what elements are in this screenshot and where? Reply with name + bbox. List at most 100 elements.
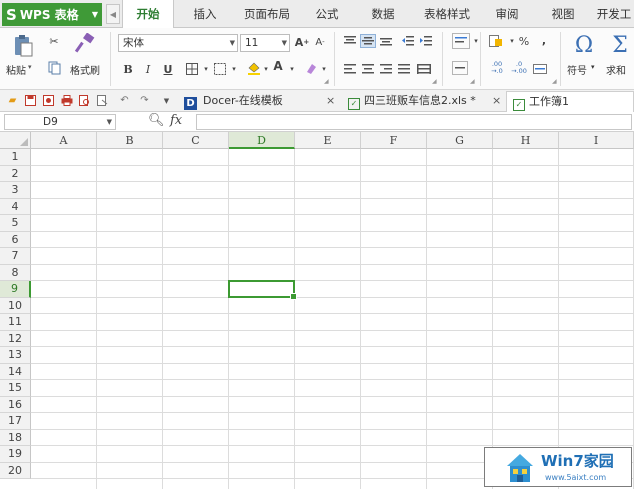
percent-button[interactable]: % <box>516 34 532 48</box>
zoom-search-icon[interactable]: 🔍︎ <box>148 113 165 128</box>
column-header-i[interactable]: I <box>559 132 634 149</box>
row-header-4[interactable]: 4 <box>0 198 31 215</box>
increase-font-icon[interactable]: A + <box>294 35 310 49</box>
wrap-dialog-launcher-icon[interactable]: ◢ <box>470 78 475 85</box>
tab-page-layout[interactable]: 页面布局 <box>236 0 298 28</box>
tab-developer[interactable]: 开发工 <box>594 0 634 28</box>
paste-dropdown-icon[interactable]: ▾ <box>28 63 32 71</box>
copy-icon[interactable] <box>46 61 62 75</box>
cut-icon[interactable]: ✂ <box>46 34 62 48</box>
decrease-font-icon[interactable]: A- <box>312 35 328 49</box>
comma-button[interactable]: , <box>536 33 552 47</box>
row-header-20[interactable]: 20 <box>0 462 31 479</box>
export-pdf-icon[interactable] <box>42 94 55 107</box>
decrease-indent-icon[interactable] <box>400 34 416 48</box>
row-header-11[interactable]: 11 <box>0 314 31 331</box>
row-header-15[interactable]: 15 <box>0 380 31 397</box>
alignment-dialog-launcher-icon[interactable]: ◢ <box>432 78 437 85</box>
italic-button[interactable]: I <box>140 62 156 76</box>
row-header-17[interactable]: 17 <box>0 413 31 430</box>
doc-tab-excel-file[interactable]: ✓ 四三班贩车信息2.xls * <box>342 91 504 112</box>
row-header-14[interactable]: 14 <box>0 363 31 380</box>
row-header-7[interactable]: 7 <box>0 248 31 265</box>
row-header-3[interactable]: 3 <box>0 182 31 199</box>
app-menu-button[interactable]: S WPS 表格 ▼ <box>2 3 102 26</box>
justify-icon[interactable] <box>396 62 412 76</box>
paste-icon[interactable] <box>10 33 36 59</box>
row-header-5[interactable]: 5 <box>0 215 31 232</box>
tab-view[interactable]: 视图 <box>542 0 584 28</box>
spreadsheet-grid[interactable]: ABCDEFGHI 1 2 3 4 5 6 7 8 9 10 11 12 13 14 15 16 17 18 19 2… <box>0 132 634 489</box>
column-header-f[interactable]: F <box>361 132 427 149</box>
tab-formulas[interactable]: 公式 <box>306 0 348 28</box>
row-header-16[interactable]: 16 <box>0 396 31 413</box>
cell-merge-center-icon[interactable] <box>452 61 468 75</box>
tab-table-style[interactable]: 表格样式 <box>416 0 478 28</box>
font-size-select[interactable]: 11 ▼ <box>240 34 290 52</box>
undo-icon[interactable]: ↶ <box>118 94 131 107</box>
selected-cell[interactable] <box>228 280 297 299</box>
bold-button[interactable]: B <box>120 62 136 76</box>
column-header-c[interactable]: C <box>163 132 229 149</box>
column-header-e[interactable]: E <box>295 132 361 149</box>
format-painter-label[interactable]: 格式刷 <box>70 62 100 77</box>
tab-review[interactable]: 审阅 <box>486 0 528 28</box>
row-header-18[interactable]: 18 <box>0 429 31 446</box>
doc-tab-workbook1[interactable]: ✓ 工作簿1 <box>506 91 634 112</box>
collapse-ribbon-icon[interactable]: ◀ <box>106 4 120 24</box>
row-header-6[interactable]: 6 <box>0 231 31 248</box>
format-painter-icon[interactable] <box>74 32 96 56</box>
chevron-down-icon[interactable]: ▾ <box>591 63 595 71</box>
chevron-down-icon[interactable]: ▾ <box>284 62 300 76</box>
insert-function-button[interactable]: fx <box>170 113 182 128</box>
name-box[interactable]: D9 ▼ <box>4 114 116 130</box>
tab-data[interactable]: 数据 <box>362 0 404 28</box>
number-dialog-launcher-icon[interactable]: ◢ <box>552 78 557 85</box>
decrease-decimal-icon[interactable]: .0 →.00 <box>510 61 528 75</box>
align-left-icon[interactable] <box>342 62 358 76</box>
customize-quick-access-icon[interactable]: ▼ <box>160 94 173 107</box>
row-header-9[interactable]: 9 <box>0 281 31 298</box>
column-header-h[interactable]: H <box>493 132 559 149</box>
chevron-down-icon[interactable]: ▾ <box>468 34 484 48</box>
preview-icon[interactable] <box>96 94 109 107</box>
select-all-corner[interactable] <box>0 132 31 149</box>
redo-icon[interactable]: ↷ <box>138 94 151 107</box>
font-name-select[interactable]: 宋体 ▼ <box>118 34 238 52</box>
save-icon[interactable] <box>24 94 37 107</box>
tab-home[interactable]: 开始 <box>122 0 174 29</box>
row-header-2[interactable]: 2 <box>0 165 31 182</box>
symbol-icon[interactable]: Ω <box>570 32 598 58</box>
increase-indent-icon[interactable] <box>418 34 434 48</box>
row-header-10[interactable]: 10 <box>0 297 31 314</box>
row-header-8[interactable]: 8 <box>0 264 31 281</box>
column-header-d[interactable]: D <box>229 132 295 149</box>
sum-icon[interactable]: Σ <box>606 32 634 58</box>
align-bottom-icon[interactable] <box>378 34 394 48</box>
formula-input[interactable] <box>196 114 632 130</box>
symbol-label[interactable]: 符号 <box>567 62 587 77</box>
align-top-icon[interactable] <box>342 34 358 48</box>
underline-button[interactable]: U <box>160 62 176 76</box>
close-icon[interactable]: × <box>326 94 335 107</box>
number-format-icon[interactable] <box>488 34 504 48</box>
increase-decimal-icon[interactable]: .00 →.0 <box>488 61 506 75</box>
row-header-19[interactable]: 19 <box>0 446 31 463</box>
align-middle-icon[interactable] <box>360 34 376 48</box>
row-header-12[interactable]: 12 <box>0 330 31 347</box>
chevron-down-icon[interactable]: ▾ <box>226 62 242 76</box>
close-icon[interactable]: × <box>492 94 501 107</box>
font-dialog-launcher-icon[interactable]: ◢ <box>324 78 329 85</box>
distributed-align-icon[interactable] <box>416 62 432 76</box>
align-right-icon[interactable] <box>378 62 394 76</box>
doc-tab-docer[interactable]: D Docer-在线模板 <box>178 91 336 112</box>
row-header-1[interactable]: 1 <box>0 149 31 166</box>
align-center-icon[interactable] <box>360 62 376 76</box>
chevron-down-icon[interactable]: ▾ <box>316 62 332 76</box>
paste-label[interactable]: 粘贴 <box>6 62 26 77</box>
column-header-b[interactable]: B <box>97 132 163 149</box>
conditional-format-icon[interactable] <box>532 62 548 76</box>
row-header-13[interactable]: 13 <box>0 347 31 364</box>
column-header-a[interactable]: A <box>31 132 97 149</box>
open-folder-icon[interactable]: ▰ <box>6 94 19 107</box>
